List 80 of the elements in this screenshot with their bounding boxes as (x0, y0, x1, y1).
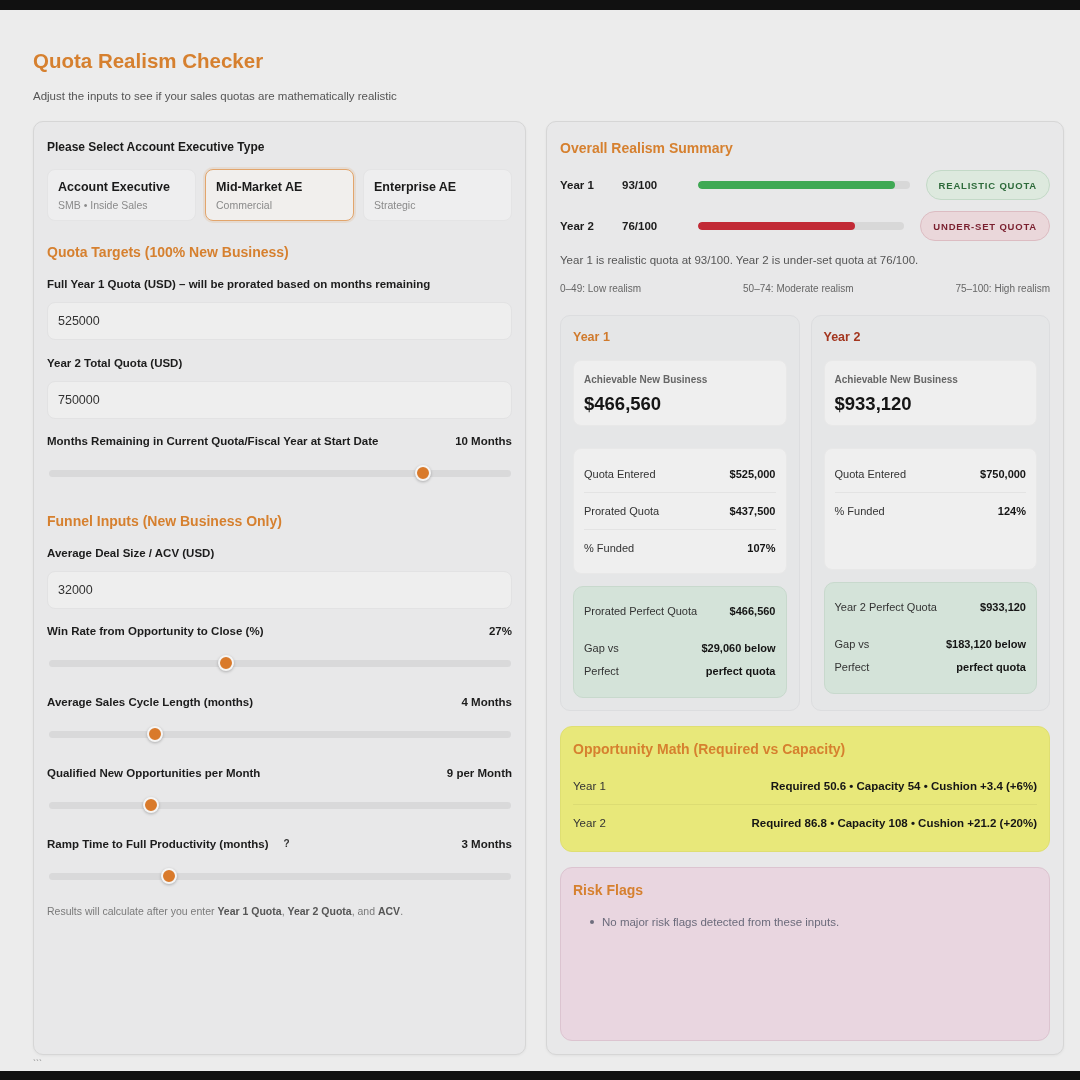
slider-track[interactable] (49, 867, 511, 885)
metric-value: 107% (747, 542, 776, 554)
page-title: Quota Realism Checker (33, 49, 265, 73)
achievable-label: Achievable New Business (584, 373, 709, 387)
page-subtitle: Adjust the inputs to see if your sales quotas are mathematically realistic (33, 89, 398, 104)
section-label: Please Select Account Executive Type (47, 139, 266, 155)
metric-label: Year 2 Perfect Quota (834, 600, 937, 615)
metric-value: $525,000 (729, 467, 776, 480)
status-badge: UNDER-SET QUOTA (920, 211, 1050, 241)
legend-item: 50–74: Moderate realism (743, 282, 854, 296)
section-heading: Overall Realism Summary (560, 139, 734, 157)
ae-type-option[interactable]: Enterprise AE Strategic (363, 169, 512, 221)
legend-item: 0–49: Low realism (560, 282, 642, 296)
input-field[interactable]: 750000 (47, 381, 512, 419)
slider-thumb[interactable] (414, 465, 431, 481)
risk-flag-text: No major risk flags detected from these inputs. (602, 915, 840, 930)
bullet-icon (590, 920, 594, 924)
year-title: Year 1 (573, 329, 611, 345)
opportunity-values: Required 50.6 • Capacity 54 • Cushion +3.4 (+6%) (770, 779, 1037, 792)
metric-label: % Funded (834, 505, 885, 517)
card-heading: Opportunity Math (Required vs Capacity) (573, 740, 847, 758)
metric-label: Gap vs Perfect (584, 641, 620, 679)
metric-label: Quota Entered (584, 467, 656, 480)
summary-text: Year 1 is realistic quota at 93/100. Year 2 is under-set quota at 76/100. (560, 253, 920, 268)
metric-value: $437,500 (729, 505, 776, 517)
slider-thumb[interactable] (142, 797, 159, 813)
slider-track[interactable] (49, 654, 511, 672)
input-field[interactable]: 525000 (47, 302, 512, 340)
ae-type-option[interactable]: Account Executive SMB • Inside Sales (47, 169, 196, 221)
calculation-note: Results will calculate after you enter Year 1 Quota, Year 2 Quota, and ACV. (47, 904, 405, 918)
achievable-value: $933,120 (834, 393, 913, 415)
footer-text: ``` (33, 1058, 43, 1068)
year-label: Year 1 (560, 179, 595, 191)
metric-value: $183,120 below perfect quota (944, 637, 1026, 675)
slider-thumb[interactable] (160, 868, 177, 884)
slider-value: 9 per Month (446, 766, 512, 781)
opportunity-values: Required 86.8 • Capacity 108 • Cushion +21.2 (+20%) (751, 817, 1037, 829)
achievable-label: Achievable New Business (834, 373, 959, 387)
field-label: Qualified New Opportunities per Month (47, 766, 261, 781)
metric-value: $29,060 below perfect quota (700, 641, 776, 679)
slider-track[interactable] (49, 796, 511, 814)
field-label: Months Remaining in Current Quota/Fiscal Year at Start Date (47, 434, 379, 449)
field-label: Full Year 1 Quota (USD) – will be prorated based on months remaining (47, 277, 431, 292)
section-heading: Funnel Inputs (New Business Only) (47, 512, 283, 530)
metric-label: % Funded (584, 542, 635, 554)
year-label: Year 1 (573, 779, 606, 792)
slider-track[interactable] (49, 725, 511, 743)
field-label: Win Rate from Opportunity to Close (%) (47, 624, 264, 639)
metric-value: $750,000 (980, 467, 1026, 480)
year-title: Year 2 (823, 329, 862, 345)
achievable-value: $466,560 (584, 393, 663, 415)
field-label: Average Deal Size / ACV (USD) (47, 546, 215, 561)
score-value: 76/100 (622, 220, 659, 232)
slider-value: 10 Months (455, 434, 512, 449)
section-heading: Quota Targets (100% New Business) (47, 243, 290, 261)
field-label: Year 2 Total Quota (USD) (47, 356, 183, 371)
metric-value: $466,560 (729, 604, 776, 619)
slider-value: 4 Months (461, 695, 512, 710)
metric-value: 124% (997, 505, 1026, 517)
slider-value: 27% (488, 624, 512, 639)
input-field[interactable]: 32000 (47, 571, 512, 609)
slider-thumb[interactable] (218, 655, 235, 671)
metric-label: Prorated Quota (584, 505, 660, 517)
slider-track[interactable] (49, 464, 511, 482)
slider-thumb[interactable] (147, 726, 164, 742)
field-label: Average Sales Cycle Length (months) (47, 695, 253, 710)
slider-value: 3 Months (461, 837, 512, 852)
year-label: Year 2 (560, 220, 595, 232)
field-label: Ramp Time to Full Productivity (months) (47, 837, 269, 852)
legend-item: 75–100: High realism (955, 282, 1050, 296)
score-value: 93/100 (622, 179, 659, 191)
metric-label: Quota Entered (834, 467, 907, 480)
help-hint[interactable]: ? (280, 837, 293, 851)
status-badge: REALISTIC QUOTA (925, 170, 1050, 200)
metric-label: Prorated Perfect Quota (584, 604, 698, 619)
metric-value: $933,120 (980, 600, 1026, 615)
year-label: Year 2 (573, 817, 606, 829)
metric-label: Gap vs Perfect (834, 637, 871, 675)
ae-type-option[interactable]: Mid-Market AE Commercial (205, 169, 354, 221)
card-heading: Risk Flags (573, 881, 645, 899)
